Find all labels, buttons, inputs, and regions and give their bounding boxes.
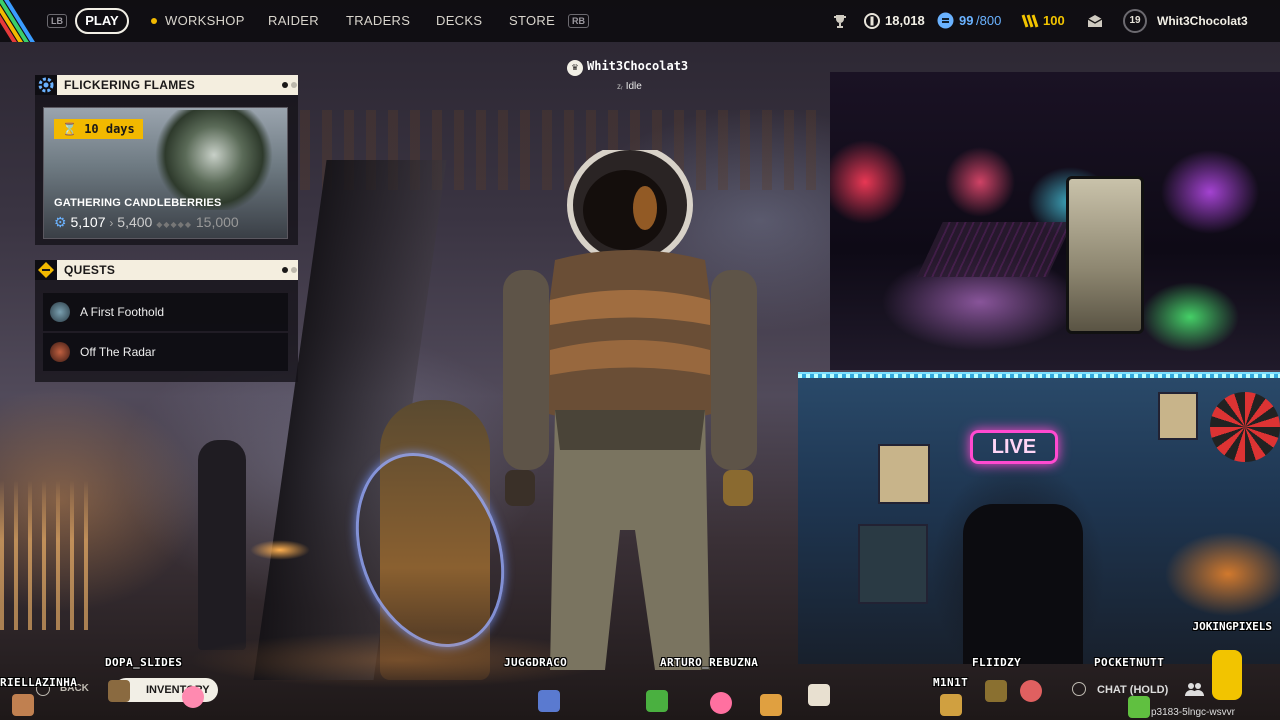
room-code: p3183-5lngc-wsvvr	[1151, 707, 1235, 718]
nav-tab-raider[interactable]: RAIDER	[268, 13, 319, 28]
viewer-name: POCKETNUTT	[1094, 656, 1165, 669]
sleep-icon: zᵣ	[617, 82, 623, 91]
viewer-name: M1N1T	[933, 676, 969, 689]
tier-dots: ◆◆◆◆◆	[156, 220, 192, 229]
quest-item[interactable]: A First Foothold	[43, 293, 288, 331]
viewer-avatar-sprite	[710, 692, 732, 714]
wall-poster	[1158, 392, 1198, 440]
viewer-name: ARTURO_REBUZNA	[660, 656, 759, 669]
gaming-chair	[963, 504, 1083, 664]
nav-tab-traders[interactable]: TRADERS	[346, 13, 410, 28]
stash-used: 99	[959, 13, 974, 28]
dartboard	[1210, 392, 1280, 462]
webcam-desk	[830, 72, 1280, 370]
quest-label: Off The Radar	[80, 345, 156, 359]
player-character	[503, 150, 757, 670]
wall-poster	[878, 444, 930, 504]
coin-icon	[864, 13, 880, 29]
chat-hint[interactable]: CHAT (HOLD)	[1097, 684, 1168, 696]
webcam-room: LIVE JOKINGPIXELS	[798, 372, 1280, 664]
nav-tab-store[interactable]: STORE	[509, 13, 555, 28]
event-objective: GATHERING CANDLEBERRIES	[54, 197, 222, 209]
trophy-icon[interactable]	[832, 13, 848, 29]
token-count: 100	[1043, 13, 1065, 28]
nav-tab-play[interactable]: PLAY	[75, 8, 129, 34]
page-dot-active[interactable]	[282, 267, 288, 273]
viewer-avatar-sprite	[12, 694, 34, 716]
gear-icon	[38, 77, 54, 93]
mail-icon[interactable]	[1087, 14, 1103, 28]
nav-tab-workshop[interactable]: WORKSHOP	[165, 13, 245, 28]
page-dot-inactive[interactable]	[291, 82, 297, 88]
viewer-name: FLIIDZY	[972, 656, 1022, 669]
webcam-phone	[1066, 176, 1144, 334]
quest-giver-avatar	[50, 302, 70, 322]
viewer-avatar-sprite	[985, 680, 1007, 702]
player-level-badge[interactable]: 19	[1123, 9, 1147, 33]
viewer-avatar-sprite	[1212, 650, 1242, 700]
quest-item[interactable]: Off The Radar	[43, 333, 288, 371]
event-panel-header: FLICKERING FLAMES	[35, 75, 298, 95]
event-timer: 10 days	[84, 122, 135, 136]
gear-small-icon: ⚙	[54, 214, 67, 230]
viewer-avatar-sprite	[760, 694, 782, 716]
page-dot-inactive[interactable]	[291, 267, 297, 273]
crown-icon: ♛	[567, 60, 583, 76]
quest-giver-avatar	[50, 342, 70, 362]
event-badge	[35, 75, 57, 95]
player-tag: ♛ Whit3Chocolat3	[567, 59, 688, 76]
viewer-avatar-sprite	[182, 686, 204, 708]
player-status-text: Idle	[625, 81, 642, 92]
player-tag-name: Whit3Chocolat3	[587, 59, 689, 73]
viewer-name: JUGGDRACO	[504, 656, 568, 669]
brand-stripes	[0, 0, 40, 42]
viewer-avatar-sprite	[646, 690, 668, 712]
event-next-tier: 5,400	[117, 214, 153, 230]
candleberry-tree-image	[154, 110, 274, 210]
webcam-keyboard	[917, 222, 1073, 277]
live-neon-sign: LIVE	[970, 430, 1058, 464]
led-strip	[798, 374, 1280, 378]
viewer-avatar-sprite	[1128, 696, 1150, 718]
viewer-name: DOPA_SLIDES	[105, 656, 183, 669]
event-max-tier: 15,000	[195, 214, 239, 230]
brazier-glow	[250, 540, 310, 560]
stash-total: /800	[976, 13, 1002, 28]
rb-bumper-hint: RB	[568, 14, 589, 28]
quest-diamond-icon	[38, 262, 54, 278]
quests-panel-header: QUESTS	[35, 260, 298, 280]
quests-panel-title: QUESTS	[64, 263, 116, 277]
top-nav-bar: LB PLAY WORKSHOP RAIDER TRADERS DECKS ST…	[0, 0, 1280, 42]
event-progress: ⚙ 5,107 › 5,400 ◆◆◆◆◆ 15,000	[54, 214, 239, 231]
event-panel-title: FLICKERING FLAMES	[64, 78, 196, 92]
stash-icon	[937, 12, 954, 29]
event-timer-badge: ⌛ 10 days	[54, 119, 143, 139]
tokens-icon	[1021, 14, 1039, 28]
viewer-avatar-sprite	[940, 694, 962, 716]
viewer-avatar-sprite	[1020, 680, 1042, 702]
party-icon[interactable]	[1184, 681, 1204, 697]
wall-poster	[858, 524, 928, 604]
player-status: zᵣ Idle	[617, 81, 642, 92]
coin-count: 18,018	[885, 13, 925, 28]
hourglass-icon: ⌛	[62, 122, 77, 136]
event-card[interactable]: ⌛ 10 days GATHERING CANDLEBERRIES ⚙ 5,10…	[43, 107, 288, 239]
viewer-avatar-sprite	[538, 690, 560, 712]
quest-label: A First Foothold	[80, 305, 165, 319]
viewer-avatar-sprite	[108, 680, 130, 702]
player-name[interactable]: Whit3Chocolat3	[1157, 14, 1248, 28]
viewer-name: RIELLAZINHA	[0, 676, 78, 689]
viewer-avatar-sprite	[808, 684, 830, 706]
chevron-right-icon: ›	[109, 216, 114, 230]
nav-tab-decks[interactable]: DECKS	[436, 13, 482, 28]
stick-icon	[1072, 682, 1086, 696]
event-current-value: 5,107	[70, 214, 106, 230]
lb-bumper-hint: LB	[47, 14, 67, 28]
webcam-label: JOKINGPIXELS	[1192, 620, 1272, 633]
quests-badge	[35, 260, 57, 280]
notification-dot	[151, 18, 157, 24]
page-dot-active[interactable]	[282, 82, 288, 88]
